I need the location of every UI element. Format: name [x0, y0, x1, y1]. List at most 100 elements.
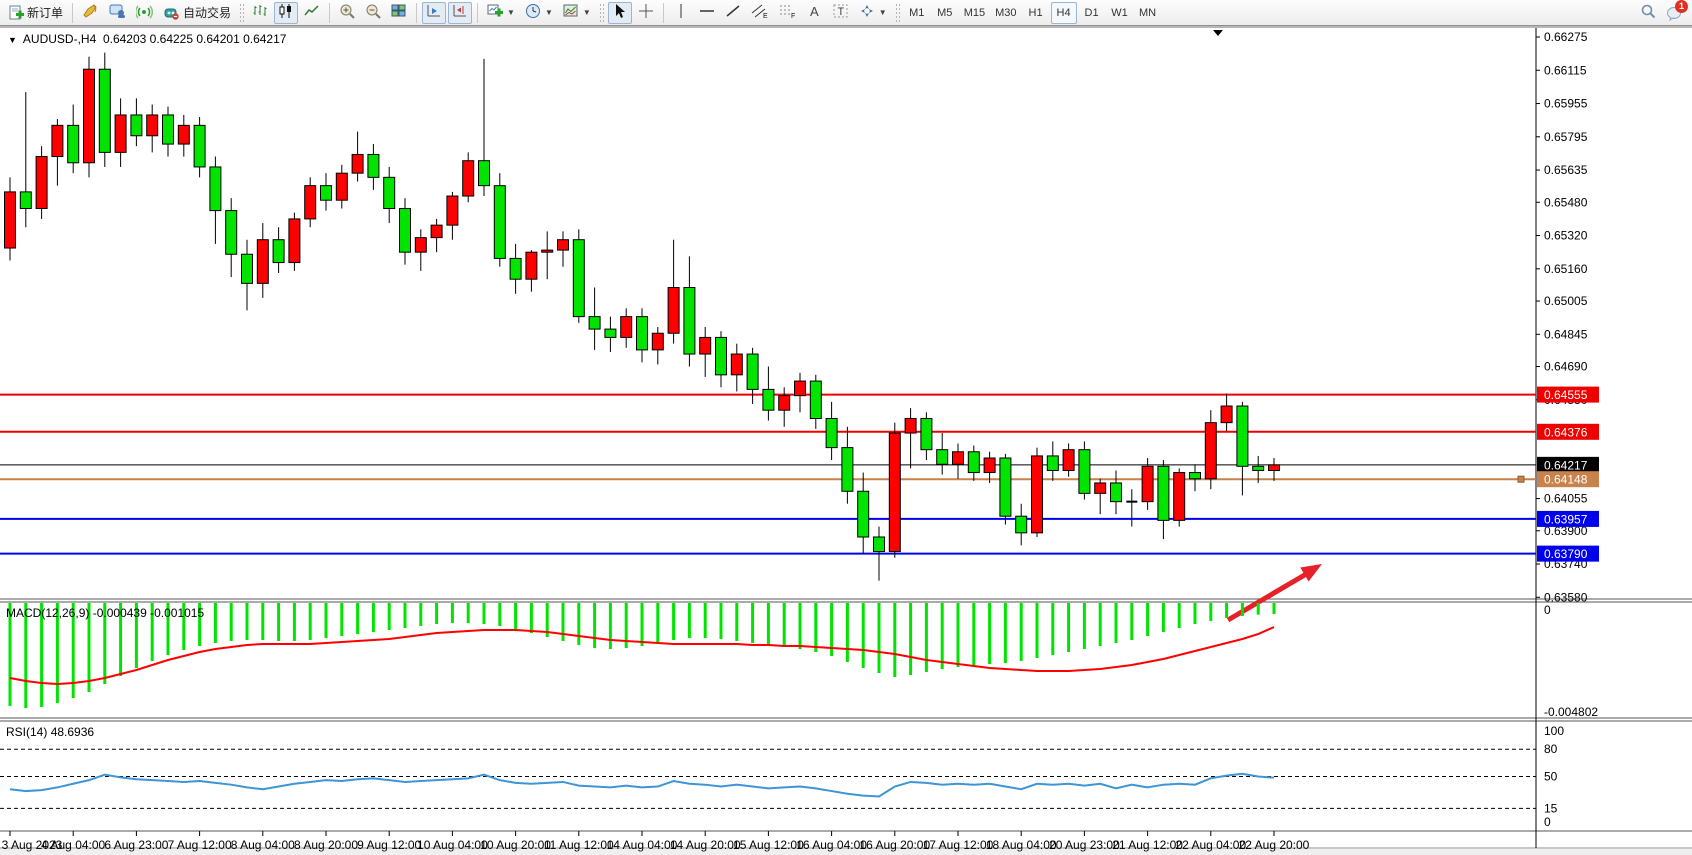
cursor-icon	[613, 3, 627, 22]
community-button[interactable]	[105, 2, 130, 24]
person-window-icon	[109, 3, 126, 22]
toolbar-separator	[72, 3, 73, 23]
text-label-tool[interactable]: T	[829, 2, 853, 24]
svg-text:22 Aug 04:00: 22 Aug 04:00	[1175, 838, 1246, 852]
crosshair-icon	[638, 3, 654, 22]
channel-icon: E	[751, 3, 769, 22]
svg-text:0.64148: 0.64148	[1544, 473, 1588, 487]
autotrading-button[interactable]: 自动交易	[159, 2, 235, 24]
candlestick-chart-button[interactable]	[274, 2, 298, 24]
price-tag: 0.64376	[1537, 424, 1599, 440]
trendline-icon	[725, 3, 741, 22]
horizontal-line-tool[interactable]	[695, 2, 719, 24]
vertical-line-tool[interactable]	[669, 2, 693, 24]
zoom-out-icon	[365, 3, 381, 22]
auto-scroll-button[interactable]	[422, 2, 446, 24]
svg-text:0.64376: 0.64376	[1544, 425, 1588, 439]
news-signal-button[interactable]	[132, 2, 157, 24]
zoom-out-button[interactable]	[361, 2, 385, 24]
indicators-dropdown[interactable]: ▼	[559, 2, 595, 24]
tile-windows-button[interactable]	[387, 2, 411, 24]
svg-text:7 Aug 12:00: 7 Aug 12:00	[168, 838, 232, 852]
svg-text:0.63957: 0.63957	[1544, 512, 1588, 526]
timeframe-mn-button[interactable]: MN	[1135, 2, 1161, 24]
chart-title: ▼AUDUSD-,H4 0.64203 0.64225 0.64201 0.64…	[8, 32, 286, 46]
text-tool[interactable]: A	[803, 2, 827, 24]
new-order-button[interactable]: 新订单	[4, 2, 67, 24]
toolbar-drag-handle[interactable]	[895, 3, 900, 23]
chat-bubble-icon: 1	[1666, 5, 1684, 21]
equidistant-channel-tool[interactable]: E	[747, 2, 773, 24]
timeframe-m15-button[interactable]: M15	[960, 2, 989, 24]
bar-chart-button[interactable]	[248, 2, 272, 24]
timeframe-m30-button[interactable]: M30	[991, 2, 1020, 24]
svg-text:0.64845: 0.64845	[1544, 327, 1588, 341]
timeframe-h1-button[interactable]: H1	[1023, 2, 1049, 24]
toolbar-separator	[663, 3, 664, 23]
svg-text:0.65320: 0.65320	[1544, 229, 1588, 243]
trendline-tool[interactable]	[721, 2, 745, 24]
main-toolbar: 新订单 自动交易	[0, 0, 1692, 26]
price-tag: 0.64217	[1537, 457, 1599, 473]
svg-text:0.66275: 0.66275	[1544, 30, 1588, 44]
bar-chart-icon	[252, 3, 268, 22]
toolbar-drag-handle[interactable]	[239, 3, 244, 23]
svg-text:0.65795: 0.65795	[1544, 130, 1588, 144]
chart-ohlc-values: 0.64203 0.64225 0.64201 0.64217	[103, 32, 287, 46]
signal-icon	[136, 3, 153, 22]
svg-text:6 Aug 23:00: 6 Aug 23:00	[104, 838, 168, 852]
notifications-button[interactable]: 1	[1662, 2, 1688, 24]
new-chart-icon	[487, 3, 503, 22]
toolbar-separator	[329, 3, 330, 23]
chart-canvas[interactable]: 0.662750.661150.659550.657950.656350.654…	[0, 26, 1692, 855]
search-button[interactable]	[1636, 2, 1660, 24]
symbol-dropdown-icon[interactable]: ▼	[8, 35, 17, 45]
fibonacci-tool[interactable]: F	[775, 2, 801, 24]
period-dropdown[interactable]: ▼	[521, 2, 557, 24]
svg-text:0: 0	[1544, 603, 1551, 617]
zoom-in-icon	[339, 3, 355, 22]
timeframe-m1-button[interactable]: M1	[904, 2, 930, 24]
svg-text:0: 0	[1544, 815, 1551, 829]
new-chart-dropdown[interactable]: ▼	[483, 2, 519, 24]
svg-text:10 Aug 04:00: 10 Aug 04:00	[417, 838, 488, 852]
svg-text:A: A	[810, 4, 819, 19]
sound-alert-button[interactable]	[78, 2, 103, 24]
macd-signal-value: -0.001015	[150, 606, 204, 620]
line-chart-icon	[304, 3, 320, 22]
price-tag: 0.64148	[1537, 471, 1599, 487]
svg-text:0.65005: 0.65005	[1544, 294, 1588, 308]
new-order-icon	[8, 5, 24, 21]
chart-shift-icon	[452, 3, 468, 22]
svg-text:0.64217: 0.64217	[1544, 458, 1588, 472]
timeframe-w1-button[interactable]: W1	[1107, 2, 1133, 24]
svg-text:0.64555: 0.64555	[1544, 388, 1588, 402]
svg-text:8 Aug 04:00: 8 Aug 04:00	[231, 838, 295, 852]
macd-main-value: -0.000439	[93, 606, 147, 620]
zoom-in-button[interactable]	[335, 2, 359, 24]
svg-text:10 Aug 20:00: 10 Aug 20:00	[480, 838, 551, 852]
new-order-label: 新订单	[27, 4, 63, 21]
svg-text:0.64690: 0.64690	[1544, 360, 1588, 374]
svg-text:E: E	[763, 13, 768, 19]
price-tag: 0.64555	[1537, 387, 1599, 403]
svg-text:9 Aug 12:00: 9 Aug 12:00	[357, 838, 421, 852]
timeframe-d1-button[interactable]: D1	[1079, 2, 1105, 24]
line-chart-button[interactable]	[300, 2, 324, 24]
timeframe-m5-button[interactable]: M5	[932, 2, 958, 24]
tile-windows-icon	[391, 3, 407, 22]
price-tag: 0.63790	[1537, 546, 1599, 562]
rsi-value: 48.6936	[51, 725, 94, 739]
svg-text:0.64055: 0.64055	[1544, 492, 1588, 506]
arrows-dropdown[interactable]: ▼	[855, 2, 891, 24]
vertical-line-icon	[675, 3, 687, 22]
rsi-indicator-label: RSI(14) 48.6936	[6, 725, 94, 739]
cursor-tool-button[interactable]	[608, 2, 632, 24]
search-icon	[1640, 3, 1656, 22]
toolbar-drag-handle[interactable]	[599, 3, 604, 23]
svg-text:18 Aug 04:00: 18 Aug 04:00	[986, 838, 1057, 852]
crosshair-tool-button[interactable]	[634, 2, 658, 24]
toolbar-separator	[416, 3, 417, 23]
timeframe-h4-button[interactable]: H4	[1051, 2, 1077, 24]
chart-shift-button[interactable]	[448, 2, 472, 24]
